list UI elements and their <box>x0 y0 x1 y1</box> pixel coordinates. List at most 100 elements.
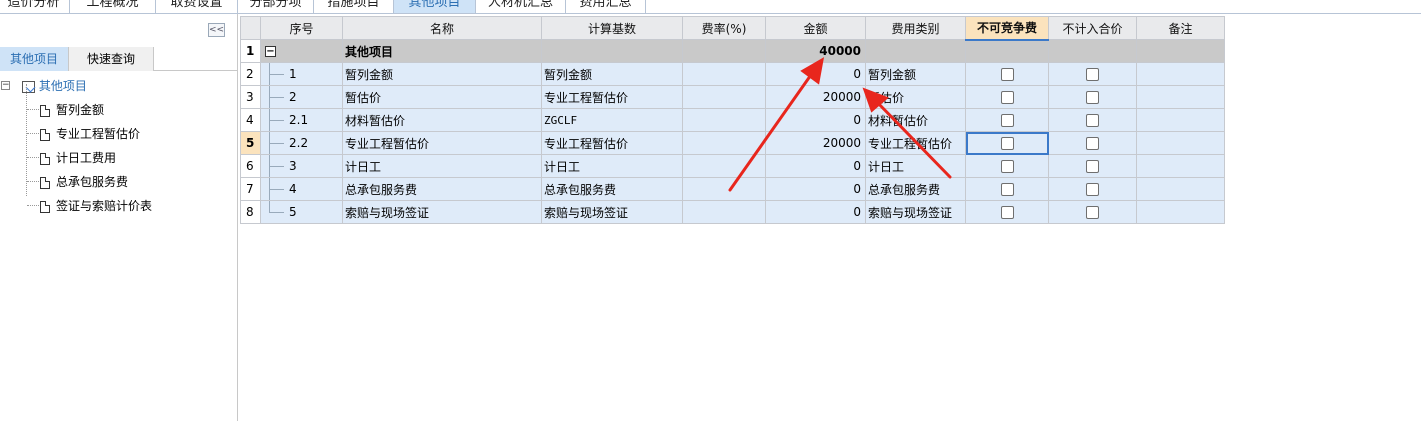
col-header-exclude-total[interactable]: 不计入合价 <box>1048 16 1137 40</box>
non-competitive-checkbox[interactable] <box>1000 91 1014 104</box>
non-competitive-cell[interactable] <box>965 200 1049 224</box>
tree-root-node[interactable]: − 其他项目 <box>0 76 87 96</box>
row-number[interactable]: 4 <box>240 108 261 132</box>
base-cell[interactable]: 总承包服务费 <box>541 177 683 201</box>
exclude-total-checkbox[interactable] <box>1086 206 1099 219</box>
table-row[interactable]: 4 2.1 材料暂估价 ZGCLF 0 材料暂估价 <box>240 108 1225 132</box>
rate-cell[interactable] <box>682 131 766 155</box>
table-row[interactable]: 2 1 暂列金额 暂列金额 0 暂列金额 <box>240 62 1225 86</box>
non-competitive-cell-selected[interactable] <box>965 131 1049 155</box>
tab-measures[interactable]: 措施项目 <box>314 0 394 13</box>
col-header-rate[interactable]: 费率(%) <box>682 16 766 40</box>
col-header-remarks[interactable]: 备注 <box>1136 16 1225 40</box>
base-cell[interactable]: 索赔与现场签证 <box>541 200 683 224</box>
remarks-cell[interactable] <box>1136 154 1225 178</box>
amount-cell[interactable]: 0 <box>765 62 866 86</box>
name-cell[interactable]: 暂列金额 <box>342 62 542 86</box>
tab-sub-items[interactable]: 分部分项 <box>238 0 314 13</box>
name-cell[interactable]: 材料暂估价 <box>342 108 542 132</box>
name-cell[interactable]: 索赔与现场签证 <box>342 200 542 224</box>
exclude-total-checkbox[interactable] <box>1086 183 1099 196</box>
rate-cell[interactable] <box>682 177 766 201</box>
remarks-cell[interactable] <box>1136 131 1225 155</box>
remarks-cell[interactable] <box>1136 85 1225 109</box>
rate-cell[interactable] <box>682 200 766 224</box>
category-cell[interactable]: 暂列金额 <box>865 62 966 86</box>
category-cell[interactable]: 材料暂估价 <box>865 108 966 132</box>
tree-item-specialty-estimate[interactable]: 专业工程暂估价 <box>40 124 140 144</box>
category-cell[interactable]: 专业工程暂估价 <box>865 131 966 155</box>
seq-cell[interactable]: 5 <box>260 200 343 224</box>
tree-item-claims-visa[interactable]: 签证与索赔计价表 <box>40 196 152 216</box>
exclude-total-cell[interactable] <box>1048 108 1137 132</box>
non-competitive-checkbox[interactable] <box>1000 137 1014 150</box>
amount-cell[interactable]: 20000 <box>765 131 866 155</box>
remarks-cell[interactable] <box>1136 108 1225 132</box>
tab-project-overview[interactable]: 工程概况 <box>70 0 156 13</box>
name-cell[interactable]: 计日工 <box>342 154 542 178</box>
table-row[interactable]: 8 5 索赔与现场签证 索赔与现场签证 0 索赔与现场签证 <box>240 200 1225 224</box>
amount-cell[interactable]: 0 <box>765 108 866 132</box>
seq-cell[interactable]: − <box>260 39 343 63</box>
exclude-total-checkbox[interactable] <box>1086 137 1099 150</box>
non-competitive-checkbox[interactable] <box>1000 160 1014 173</box>
tab-other-items[interactable]: 其他项目 <box>394 0 476 13</box>
seq-cell[interactable]: 3 <box>260 154 343 178</box>
remarks-cell[interactable] <box>1136 62 1225 86</box>
category-cell[interactable]: 暂估价 <box>865 85 966 109</box>
name-cell[interactable]: 暂估价 <box>342 85 542 109</box>
tree-item-provisional-sum[interactable]: 暂列金额 <box>40 100 104 120</box>
row-number[interactable]: 7 <box>240 177 261 201</box>
exclude-total-cell[interactable] <box>1048 85 1137 109</box>
non-competitive-checkbox[interactable] <box>1000 68 1014 81</box>
table-row-current[interactable]: 5 2.2 专业工程暂估价 专业工程暂估价 20000 专业工程暂估价 <box>240 131 1225 155</box>
table-row[interactable]: 7 4 总承包服务费 总承包服务费 0 总承包服务费 <box>240 177 1225 201</box>
non-competitive-checkbox[interactable] <box>1000 206 1014 219</box>
tree-item-daywork[interactable]: 计日工费用 <box>40 148 116 168</box>
category-cell[interactable]: 计日工 <box>865 154 966 178</box>
collapse-group-icon[interactable]: − <box>265 46 276 57</box>
exclude-total-cell[interactable] <box>1048 177 1137 201</box>
non-competitive-cell[interactable] <box>965 39 1049 63</box>
non-competitive-cell[interactable] <box>965 108 1049 132</box>
non-competitive-cell[interactable] <box>965 177 1049 201</box>
row-number[interactable]: 5 <box>240 131 261 155</box>
tab-labor-material-summary[interactable]: 人材机汇总 <box>476 0 566 13</box>
seq-cell[interactable]: 2.2 <box>260 131 343 155</box>
col-header-amount[interactable]: 金额 <box>765 16 866 40</box>
col-header-base[interactable]: 计算基数 <box>541 16 683 40</box>
tree-item-general-contractor-fee[interactable]: 总承包服务费 <box>40 172 128 192</box>
amount-cell[interactable]: 20000 <box>765 85 866 109</box>
row-number[interactable]: 6 <box>240 154 261 178</box>
category-cell[interactable]: 索赔与现场签证 <box>865 200 966 224</box>
row-number[interactable]: 8 <box>240 200 261 224</box>
rate-cell[interactable] <box>682 108 766 132</box>
row-number[interactable]: 3 <box>240 85 261 109</box>
col-header-category[interactable]: 费用类别 <box>865 16 966 40</box>
amount-cell[interactable]: 0 <box>765 177 866 201</box>
remarks-cell[interactable] <box>1136 200 1225 224</box>
base-cell[interactable]: ZGCLF <box>541 108 683 132</box>
col-header-seq[interactable]: 序号 <box>260 16 343 40</box>
exclude-total-cell[interactable] <box>1048 200 1137 224</box>
exclude-total-checkbox[interactable] <box>1086 91 1099 104</box>
base-cell[interactable]: 暂列金额 <box>541 62 683 86</box>
exclude-total-checkbox[interactable] <box>1086 160 1099 173</box>
tab-cost-summary[interactable]: 费用汇总 <box>566 0 646 13</box>
category-cell[interactable] <box>865 39 966 63</box>
seq-cell[interactable]: 2.1 <box>260 108 343 132</box>
name-cell[interactable]: 其他项目 <box>342 39 542 63</box>
collapse-panel-button[interactable]: << <box>208 23 225 37</box>
exclude-total-cell[interactable] <box>1048 39 1137 63</box>
tab-other-items-tree[interactable]: 其他项目 <box>0 47 69 71</box>
non-competitive-cell[interactable] <box>965 85 1049 109</box>
exclude-total-cell[interactable] <box>1048 131 1137 155</box>
non-competitive-checkbox[interactable] <box>1000 183 1014 196</box>
table-row-group[interactable]: 1 − 其他项目 40000 <box>240 39 1225 63</box>
tab-quick-query[interactable]: 快速查询 <box>69 47 154 71</box>
seq-cell[interactable]: 2 <box>260 85 343 109</box>
row-number[interactable]: 1 <box>240 39 261 63</box>
tree-collapse-icon[interactable]: − <box>1 81 10 90</box>
exclude-total-checkbox[interactable] <box>1086 114 1099 127</box>
table-row[interactable]: 3 2 暂估价 专业工程暂估价 20000 暂估价 <box>240 85 1225 109</box>
